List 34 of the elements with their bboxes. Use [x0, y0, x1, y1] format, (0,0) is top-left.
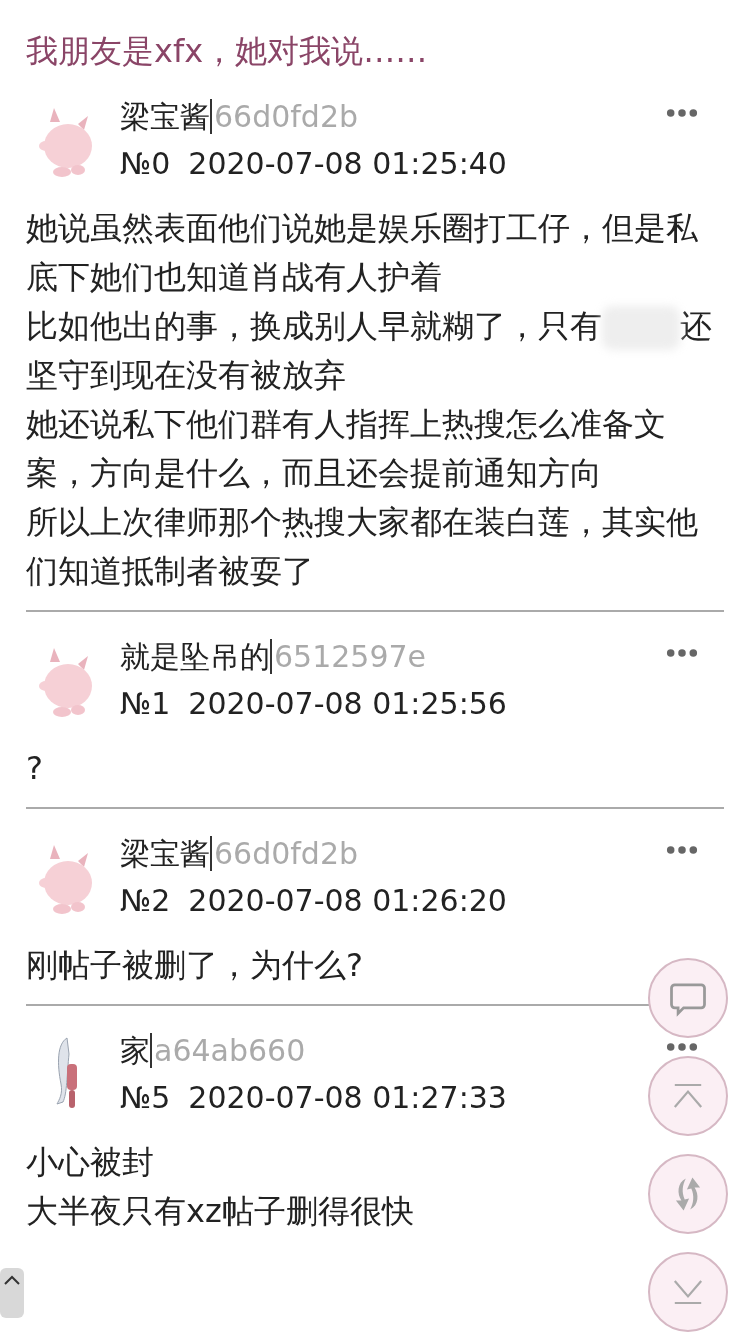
post-text: 小心被封	[26, 1142, 154, 1183]
user-id: a64ab660	[150, 1033, 306, 1068]
post-number: №2	[120, 883, 171, 918]
post-time: 2020-07-08 01:25:56	[188, 686, 507, 721]
user-name: 家	[120, 1033, 150, 1068]
post-text: 坚守到现在没有被放弃	[26, 355, 346, 396]
user-name: 梁宝酱	[120, 836, 210, 871]
post-number: №5	[120, 1080, 171, 1115]
post-text: ?	[26, 748, 43, 789]
user-name: 梁宝酱	[120, 99, 210, 134]
post-text: 还	[680, 307, 712, 345]
caret-icon	[2, 1274, 22, 1286]
post-number: №1	[120, 686, 171, 721]
post-time: 2020-07-08 01:26:20	[188, 883, 507, 918]
post-text: 她说虽然表面他们说她是娱乐圈打工仔，但是私底下她们也知道肖战有人护着	[26, 208, 699, 298]
post-text: 她还说私下他们群有人指挥上热搜怎么准备文案，方向是什么，而且还会提前通知方向	[26, 404, 667, 494]
user-name: 就是坠吊的	[120, 639, 270, 674]
user-id: 66d0fd2b	[210, 99, 359, 134]
scroll-top-button[interactable]	[0, 1268, 24, 1318]
avatar-icon	[55, 1036, 79, 1110]
post-text: 所以上次律师那个热搜大家都在装白莲，其实他们知道抵制者被耍了	[26, 502, 699, 592]
post-time: 2020-07-08 01:25:40	[188, 146, 507, 181]
more-icon[interactable]	[666, 108, 698, 118]
more-icon[interactable]	[666, 1042, 698, 1052]
thread-title: 我朋友是xfx，她对我说……	[25, 31, 429, 72]
post-text: 大半夜只有xz帖子删得很快	[26, 1191, 414, 1232]
post-number: №0	[120, 146, 171, 181]
more-icon[interactable]	[666, 845, 698, 855]
post-text: 刚帖子被删了，为什么?	[26, 945, 363, 986]
user-id: 6512597e	[270, 639, 427, 674]
post-time: 2020-07-08 01:27:33	[188, 1080, 507, 1115]
post-text: 比如他出的事，换成别人早就糊了，只有	[26, 307, 602, 345]
user-id: 66d0fd2b	[210, 836, 359, 871]
more-icon[interactable]	[666, 648, 698, 658]
